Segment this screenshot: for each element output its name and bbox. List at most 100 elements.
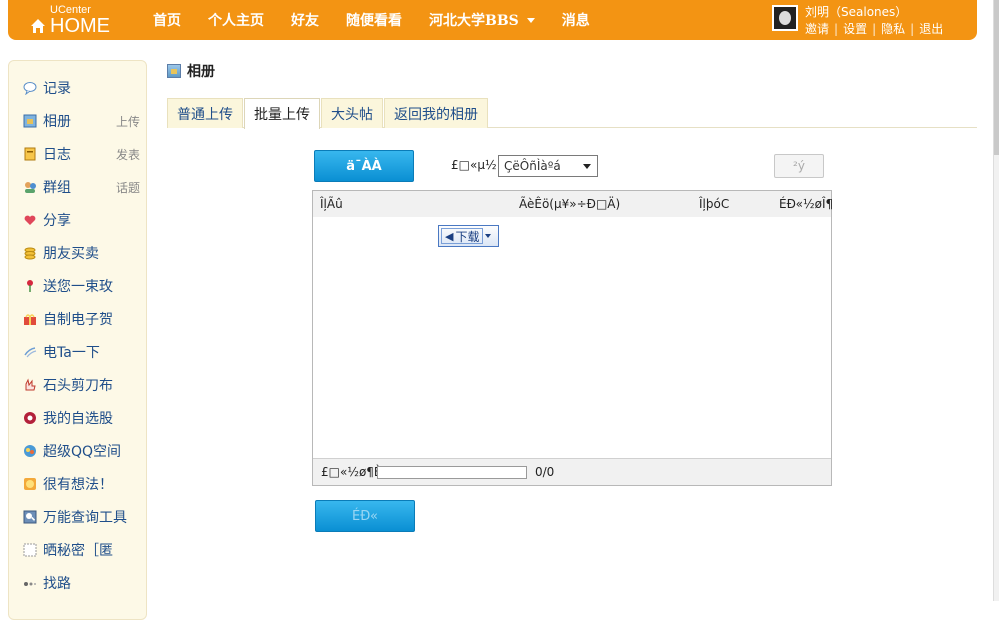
sidebar-item-label: 很有想法！ xyxy=(43,477,113,493)
tab-batch-upload[interactable]: 批量上传 xyxy=(244,98,320,129)
clear-button[interactable]: ²ý xyxy=(774,154,824,178)
column-header-filename: ÎļÃû xyxy=(320,197,343,211)
tab-back-to-album[interactable]: 返回我的相册 xyxy=(384,98,488,128)
link-separator: | xyxy=(872,22,877,36)
column-header-description: ÃèÊö(µ¥»÷Ð□Ä) xyxy=(519,197,621,211)
sidebar-item-rps[interactable]: 石头剪刀布 xyxy=(23,375,143,395)
progress-label: £□«½ø¶È xyxy=(321,465,382,479)
nav-profile[interactable]: 个人主页 xyxy=(208,10,264,30)
sidebar-item-rose[interactable]: 送您一束玫 xyxy=(23,276,143,296)
chevron-down-icon[interactable] xyxy=(485,234,492,238)
sidebar-item-label: 我的自选股 xyxy=(43,411,113,427)
nav-home[interactable]: 首页 xyxy=(153,10,181,30)
group-icon xyxy=(23,180,37,194)
sidebar-item-records[interactable]: 记录 xyxy=(23,78,143,98)
chevron-down-icon xyxy=(526,17,535,23)
sidebar-item-ideas[interactable]: 很有想法！ xyxy=(23,474,143,494)
hand-icon xyxy=(23,378,37,392)
user-panel: 刘明（Sealones） 邀请 | 设置 | 隐私 | 退出 xyxy=(772,5,943,36)
nav-label: 好友 xyxy=(291,13,319,29)
invite-link[interactable]: 邀请 xyxy=(805,22,829,36)
logout-link[interactable]: 退出 xyxy=(919,22,943,36)
page-scrollbar[interactable] xyxy=(993,0,999,601)
submit-upload-button[interactable]: ÉÐ« xyxy=(315,500,415,532)
nav-browse[interactable]: 随便看看 xyxy=(346,10,402,30)
sidebar-item-stocks[interactable]: 我的自选股 xyxy=(23,408,143,428)
sidebar-item-secret[interactable]: 晒秘密［匿 xyxy=(23,540,143,560)
nav-friends[interactable]: 好友 xyxy=(291,10,319,30)
sidebar-item-groups[interactable]: 群组 话题 xyxy=(23,177,143,197)
nav-label: 河北大学BBS xyxy=(429,13,519,29)
file-queue-table: ÎļÃû ÃèÊö(µ¥»÷Ð□Ä) ÎļþóC ÉÐ«½øÎ¶ £□«½ø¶È… xyxy=(312,190,833,486)
sidebar-item-blog[interactable]: 日志 发表 xyxy=(23,144,143,164)
qq-icon xyxy=(23,444,37,458)
upload-link[interactable]: 上传 xyxy=(116,113,140,130)
sidebar-item-ecard[interactable]: 自制电子贺 xyxy=(23,309,143,329)
album-select[interactable]: ÇëÔñÌàºá xyxy=(498,155,598,177)
nav-messages[interactable]: 消息 xyxy=(562,10,590,30)
sidebar: 记录 相册 上传 日志 发表 群组 话题 分享 朋友买卖 送您一束玫 自制电子贺… xyxy=(8,60,147,620)
sidebar-item-label: 自制电子贺 xyxy=(43,312,113,328)
sidebar-item-query-tool[interactable]: 万能查询工具 xyxy=(23,507,143,527)
tab-label: 大头帖 xyxy=(331,106,373,123)
sidebar-item-label: 朋友买卖 xyxy=(43,246,99,262)
arrow-left-icon: ◀ xyxy=(445,229,454,243)
sidebar-item-qzone[interactable]: 超级QQ空间 xyxy=(23,441,143,461)
search-tool-icon xyxy=(23,510,37,524)
table-header: ÎļÃû ÃèÊö(µ¥»÷Ð□Ä) ÎļþóC ÉÐ«½øÎ¶ xyxy=(313,191,833,217)
upload-tabs: 普通上传 批量上传 大头帖 返回我的相册 xyxy=(167,98,977,129)
tab-label: 普通上传 xyxy=(177,106,233,123)
album-icon xyxy=(23,114,37,128)
privacy-link[interactable]: 隐私 xyxy=(881,22,905,36)
smiley-icon xyxy=(23,477,37,491)
stock-icon xyxy=(23,411,37,425)
download-button[interactable]: ◀ 下载 xyxy=(438,225,499,247)
coins-icon xyxy=(23,246,37,260)
tab-label: 批量上传 xyxy=(254,107,310,123)
tab-normal-upload[interactable]: 普通上传 xyxy=(167,98,243,128)
sidebar-item-label: 相册 xyxy=(43,114,71,130)
rose-icon xyxy=(23,279,37,293)
sidebar-item-zap[interactable]: 电Ta一下 xyxy=(23,342,143,362)
nav-label: 消息 xyxy=(561,13,590,29)
album-select-value: ÇëÔñÌàºá xyxy=(504,159,561,173)
sidebar-item-album[interactable]: 相册 上传 xyxy=(23,111,143,131)
sidebar-item-friend-trade[interactable]: 朋友买卖 xyxy=(23,243,143,263)
nav-label: 随便看看 xyxy=(346,13,402,29)
sidebar-item-label: 送您一束玫 xyxy=(43,279,113,295)
tab-label: 返回我的相册 xyxy=(394,106,478,123)
page-title: 相册 xyxy=(167,61,215,81)
sidebar-item-share[interactable]: 分享 xyxy=(23,210,143,230)
tab-photo-sticker[interactable]: 大头帖 xyxy=(321,98,383,128)
scrollbar-thumb[interactable] xyxy=(994,0,999,155)
download-label: 下载 xyxy=(455,229,480,244)
avatar[interactable] xyxy=(772,5,798,31)
nav-label: 个人主页 xyxy=(208,13,264,29)
sidebar-item-label: 群组 xyxy=(43,180,71,196)
ucenter-home-logo[interactable]: UCenter HOME xyxy=(30,4,130,36)
album-icon xyxy=(167,64,181,78)
notebook-icon xyxy=(23,147,37,161)
user-links: 邀请 | 设置 | 隐私 | 退出 xyxy=(805,22,943,36)
hearts-icon xyxy=(23,213,37,227)
page-title-label: 相册 xyxy=(187,64,215,80)
nav-bbs[interactable]: 河北大学BBS xyxy=(429,10,535,30)
link-separator: | xyxy=(910,22,915,36)
topic-link[interactable]: 话题 xyxy=(116,179,140,196)
download-main[interactable]: ◀ 下载 xyxy=(441,228,484,244)
user-name[interactable]: 刘明（Sealones） xyxy=(805,5,943,19)
progress-track xyxy=(377,466,527,479)
sidebar-item-find-path[interactable]: 找路 xyxy=(23,573,143,593)
upload-count: 0/0 xyxy=(535,465,555,479)
secret-icon xyxy=(23,543,37,557)
sidebar-item-label: 超级QQ空间 xyxy=(43,444,122,460)
nav-label: 首页 xyxy=(153,13,181,29)
speech-bubble-icon xyxy=(23,81,37,95)
album-label: £□«µ½: xyxy=(451,158,501,172)
publish-link[interactable]: 发表 xyxy=(116,146,140,163)
sidebar-item-label: 万能查询工具 xyxy=(43,510,127,526)
link-separator: | xyxy=(834,22,839,36)
settings-link[interactable]: 设置 xyxy=(843,22,867,36)
browse-button[interactable]: ä¯ÀÀ xyxy=(314,150,414,182)
sidebar-item-label: 晒秘密［匿 xyxy=(43,543,113,559)
